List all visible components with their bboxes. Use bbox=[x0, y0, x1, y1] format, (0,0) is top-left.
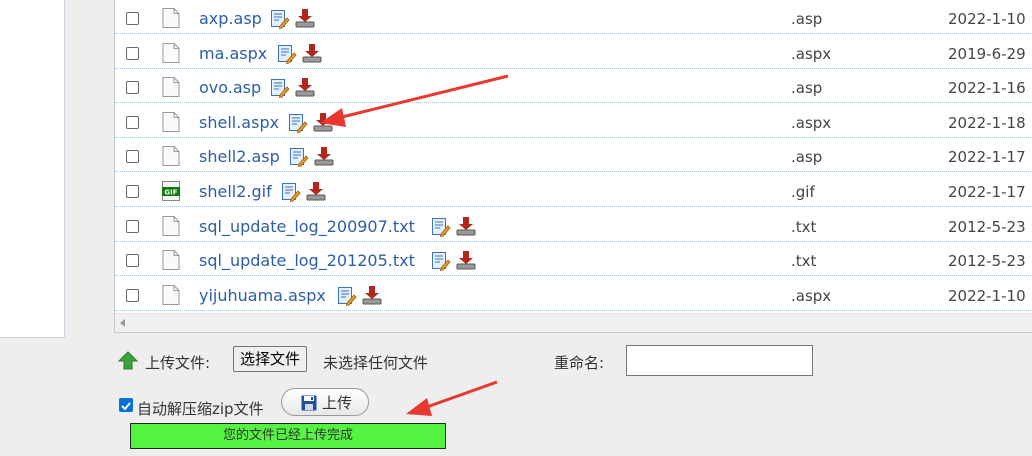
file-icon bbox=[162, 42, 180, 63]
file-select-checkbox[interactable] bbox=[126, 150, 139, 164]
file-select-checkbox[interactable] bbox=[126, 288, 139, 302]
download-icon[interactable] bbox=[362, 285, 382, 305]
svg-text:GIF: GIF bbox=[164, 189, 177, 197]
file-select-checkbox[interactable] bbox=[126, 46, 139, 60]
scroll-left-arrow-icon[interactable] bbox=[120, 319, 125, 327]
file-extension: .txt bbox=[791, 217, 817, 236]
file-extension: .aspx bbox=[791, 286, 832, 305]
left-sidebar-panel bbox=[0, 0, 65, 338]
file-name-link[interactable]: shell2.gif bbox=[199, 182, 272, 201]
file-icon bbox=[162, 146, 180, 167]
annotation-arrow-icon bbox=[406, 380, 498, 416]
upload-status-bar: 您的文件已经上传完成 bbox=[130, 423, 446, 449]
edit-icon[interactable] bbox=[431, 217, 451, 237]
file-name-link[interactable]: ovo.asp bbox=[199, 78, 261, 97]
download-icon[interactable] bbox=[295, 8, 315, 28]
file-extension: .aspx bbox=[791, 113, 832, 132]
file-name-link[interactable]: axp.asp bbox=[199, 9, 262, 28]
edit-icon[interactable] bbox=[288, 113, 308, 133]
edit-icon[interactable] bbox=[281, 182, 301, 202]
file-select-checkbox[interactable] bbox=[126, 81, 139, 95]
file-icon bbox=[162, 8, 180, 28]
file-date: 2022-1-16 bbox=[948, 79, 1026, 98]
no-file-selected-text: 未选择任何文件 bbox=[323, 354, 429, 372]
edit-icon[interactable] bbox=[270, 9, 290, 29]
edit-icon[interactable] bbox=[277, 44, 297, 64]
file-date: 2022-1-17 bbox=[948, 183, 1026, 201]
download-icon[interactable] bbox=[302, 43, 322, 63]
file-select-checkbox[interactable] bbox=[126, 115, 139, 129]
file-row[interactable]: shell2.asp .asp 2022-1-17 bbox=[115, 138, 1032, 173]
file-select-checkbox[interactable] bbox=[126, 219, 139, 233]
file-icon bbox=[162, 77, 180, 98]
file-select-checkbox[interactable] bbox=[126, 12, 139, 25]
file-row[interactable]: GIF shell2.gif .gif 2022-1-17 bbox=[115, 173, 1032, 207]
file-icon bbox=[162, 215, 180, 236]
edit-icon[interactable] bbox=[337, 286, 357, 306]
file-date: 2022-1-10 bbox=[948, 10, 1026, 28]
file-date: 2019-6-29 bbox=[948, 44, 1026, 63]
file-row[interactable]: sql_update_log_200907.txt .txt 2012-5-23 bbox=[115, 208, 1032, 242]
file-name-link[interactable]: sql_update_log_201205.txt bbox=[199, 251, 415, 270]
file-extension: .txt bbox=[791, 252, 817, 271]
file-date: 2012-5-23 bbox=[948, 217, 1026, 236]
upload-submit-label: 上传 bbox=[322, 394, 353, 412]
file-extension: .asp bbox=[791, 79, 823, 98]
upload-file-label: 上传文件: bbox=[145, 354, 211, 372]
file-extension: .aspx bbox=[791, 44, 832, 63]
floppy-disk-icon bbox=[301, 395, 317, 411]
download-icon[interactable] bbox=[314, 146, 334, 166]
file-row[interactable]: ovo.asp .asp 2022-1-16 bbox=[115, 69, 1032, 104]
file-row[interactable]: shell.aspx .aspx 2022-1-18 bbox=[115, 104, 1032, 138]
rename-label: 重命名: bbox=[554, 354, 605, 372]
file-name-link[interactable]: shell.aspx bbox=[199, 113, 279, 132]
file-date: 2012-5-23 bbox=[948, 252, 1026, 271]
file-icon bbox=[162, 250, 180, 271]
download-icon[interactable] bbox=[306, 181, 326, 201]
file-name-link[interactable]: ma.aspx bbox=[199, 44, 267, 63]
edit-icon[interactable] bbox=[270, 78, 290, 99]
file-extension: .asp bbox=[791, 10, 823, 28]
file-name-link[interactable]: sql_update_log_200907.txt bbox=[199, 217, 415, 236]
download-icon[interactable] bbox=[313, 112, 333, 132]
file-icon bbox=[162, 111, 180, 132]
file-name-link[interactable]: yijuhuama.aspx bbox=[199, 286, 326, 305]
checkmark-icon bbox=[121, 402, 131, 411]
horizontal-scrollbar[interactable] bbox=[115, 313, 1032, 332]
download-icon[interactable] bbox=[295, 77, 315, 97]
file-row[interactable]: sql_update_log_201205.txt .txt 2012-5-23 bbox=[115, 242, 1032, 277]
file-name-link[interactable]: shell2.asp bbox=[199, 147, 280, 166]
file-select-checkbox[interactable] bbox=[126, 254, 139, 268]
edit-icon[interactable] bbox=[289, 147, 309, 168]
unzip-label: 自动解压缩zip文件 bbox=[137, 400, 264, 418]
file-date: 2022-1-18 bbox=[948, 113, 1026, 132]
upload-submit-button[interactable]: 上传 bbox=[281, 388, 369, 416]
rename-input[interactable] bbox=[626, 345, 813, 376]
file-row[interactable]: yijuhuama.aspx .aspx 2022-1-10 bbox=[115, 277, 1032, 311]
choose-file-button[interactable]: 选择文件 bbox=[233, 346, 308, 372]
gif-file-icon: GIF bbox=[162, 181, 180, 201]
file-icon bbox=[162, 284, 180, 305]
file-list-panel: axp.asp .asp 2022-1-10 ma.aspx .aspx 2019-6-2… bbox=[114, 0, 1032, 333]
file-extension: .gif bbox=[791, 183, 815, 201]
edit-icon[interactable] bbox=[431, 251, 451, 272]
unzip-checkbox[interactable] bbox=[119, 398, 133, 412]
file-row[interactable]: ma.aspx .aspx 2019-6-29 bbox=[115, 35, 1032, 69]
download-icon[interactable] bbox=[456, 216, 476, 236]
file-row[interactable]: axp.asp .asp 2022-1-10 bbox=[115, 0, 1032, 34]
file-date: 2022-1-10 bbox=[948, 286, 1026, 305]
file-select-checkbox[interactable] bbox=[126, 185, 139, 198]
upload-arrow-icon bbox=[118, 351, 138, 370]
file-extension: .asp bbox=[791, 148, 823, 167]
download-icon[interactable] bbox=[456, 250, 476, 270]
file-date: 2022-1-17 bbox=[948, 148, 1026, 167]
